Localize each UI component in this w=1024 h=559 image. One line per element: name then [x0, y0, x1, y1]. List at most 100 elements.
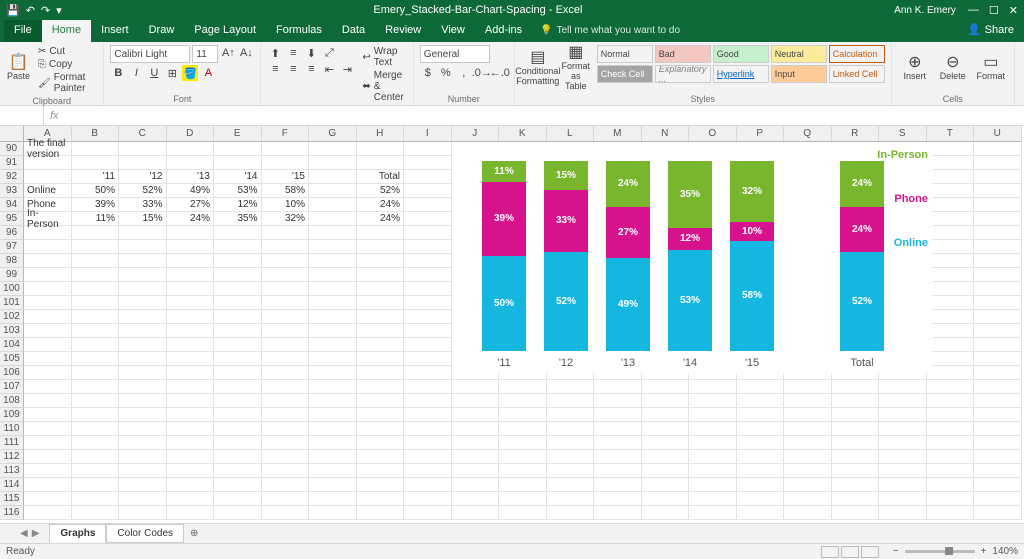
style-input[interactable]: Input	[771, 65, 827, 83]
cell[interactable]	[452, 422, 500, 436]
cell[interactable]	[404, 422, 452, 436]
cell[interactable]	[784, 422, 832, 436]
cell[interactable]	[309, 436, 357, 450]
cell[interactable]	[262, 380, 310, 394]
cell[interactable]	[309, 240, 357, 254]
cell[interactable]	[119, 394, 167, 408]
cell[interactable]	[119, 352, 167, 366]
share-button[interactable]: 👤Share	[967, 23, 1014, 42]
cell[interactable]	[974, 394, 1022, 408]
cell[interactable]	[72, 380, 120, 394]
cell[interactable]	[309, 366, 357, 380]
cell[interactable]	[72, 422, 120, 436]
bar-segment-online[interactable]: 53%	[668, 250, 712, 351]
cell[interactable]: '13	[167, 170, 215, 184]
cell[interactable]	[404, 212, 452, 226]
cell[interactable]	[879, 478, 927, 492]
cell[interactable]	[879, 450, 927, 464]
cell[interactable]	[452, 394, 500, 408]
cell[interactable]	[452, 478, 500, 492]
cell[interactable]	[404, 450, 452, 464]
cell[interactable]	[262, 366, 310, 380]
bar-segment-online[interactable]: 49%	[606, 258, 650, 351]
cell[interactable]	[119, 408, 167, 422]
cell[interactable]	[927, 366, 975, 380]
row-header[interactable]: 100	[0, 282, 24, 296]
cell[interactable]: 10%	[262, 198, 310, 212]
cell[interactable]	[24, 296, 72, 310]
row-header[interactable]: 96	[0, 226, 24, 240]
orientation-icon[interactable]: ⤢	[321, 45, 337, 61]
cell[interactable]	[24, 506, 72, 520]
border-button[interactable]: ⊞	[164, 65, 180, 81]
tab-addins[interactable]: Add-ins	[475, 20, 532, 42]
cell[interactable]	[832, 506, 880, 520]
cell[interactable]	[452, 408, 500, 422]
row-header[interactable]: 94	[0, 198, 24, 212]
cell[interactable]	[24, 408, 72, 422]
row-header[interactable]: 99	[0, 268, 24, 282]
row-header[interactable]: 92	[0, 170, 24, 184]
column-header[interactable]: K	[499, 126, 547, 142]
cell[interactable]	[499, 478, 547, 492]
cell[interactable]	[974, 436, 1022, 450]
cell[interactable]	[24, 394, 72, 408]
cell[interactable]	[24, 310, 72, 324]
cell[interactable]	[262, 450, 310, 464]
cell[interactable]	[499, 380, 547, 394]
cell[interactable]	[24, 282, 72, 296]
cell[interactable]	[309, 268, 357, 282]
percent-icon[interactable]: %	[438, 65, 454, 81]
cell[interactable]	[974, 506, 1022, 520]
cell[interactable]	[357, 296, 405, 310]
cell[interactable]	[404, 394, 452, 408]
cell[interactable]	[167, 156, 215, 170]
cell[interactable]	[24, 464, 72, 478]
cell[interactable]	[119, 492, 167, 506]
cell[interactable]	[689, 464, 737, 478]
bar-column[interactable]: 24%27%49%'13	[606, 143, 650, 351]
cell[interactable]	[642, 450, 690, 464]
cell[interactable]	[357, 464, 405, 478]
style-linked-cell[interactable]: Linked Cell	[829, 65, 885, 83]
cell[interactable]	[737, 422, 785, 436]
cell[interactable]	[119, 282, 167, 296]
row-header[interactable]: 106	[0, 366, 24, 380]
cell[interactable]	[24, 352, 72, 366]
tab-nav-next-icon[interactable]: ▶	[32, 528, 40, 539]
cell[interactable]	[309, 282, 357, 296]
cell[interactable]	[547, 450, 595, 464]
sheet-tab-colorcodes[interactable]: Color Codes	[106, 524, 184, 543]
cell[interactable]	[357, 142, 405, 156]
cell[interactable]	[214, 464, 262, 478]
cell[interactable]	[404, 366, 452, 380]
cell[interactable]	[24, 450, 72, 464]
currency-icon[interactable]: $	[420, 65, 436, 81]
cell[interactable]	[357, 226, 405, 240]
column-header[interactable]: F	[262, 126, 310, 142]
cell[interactable]	[404, 240, 452, 254]
cell[interactable]	[262, 268, 310, 282]
cell[interactable]	[214, 324, 262, 338]
italic-button[interactable]: I	[128, 65, 144, 81]
cell[interactable]	[214, 436, 262, 450]
cell[interactable]	[167, 240, 215, 254]
cell[interactable]	[262, 282, 310, 296]
row-header[interactable]: 103	[0, 324, 24, 338]
cell[interactable]	[879, 422, 927, 436]
cell[interactable]	[309, 408, 357, 422]
cell[interactable]	[24, 422, 72, 436]
bar-segment-online[interactable]: 52%	[544, 252, 588, 351]
cell[interactable]	[357, 240, 405, 254]
cell[interactable]	[404, 268, 452, 282]
cell[interactable]	[72, 310, 120, 324]
bar-segment-phone[interactable]: 24%	[840, 207, 884, 253]
cell[interactable]	[119, 240, 167, 254]
cell[interactable]	[24, 478, 72, 492]
cell[interactable]	[784, 478, 832, 492]
cell[interactable]	[167, 226, 215, 240]
view-normal-icon[interactable]	[821, 546, 839, 558]
bar-column[interactable]: 11%39%50%'11	[482, 143, 526, 351]
cell[interactable]	[357, 338, 405, 352]
style-check-cell[interactable]: Check Cell	[597, 65, 653, 83]
